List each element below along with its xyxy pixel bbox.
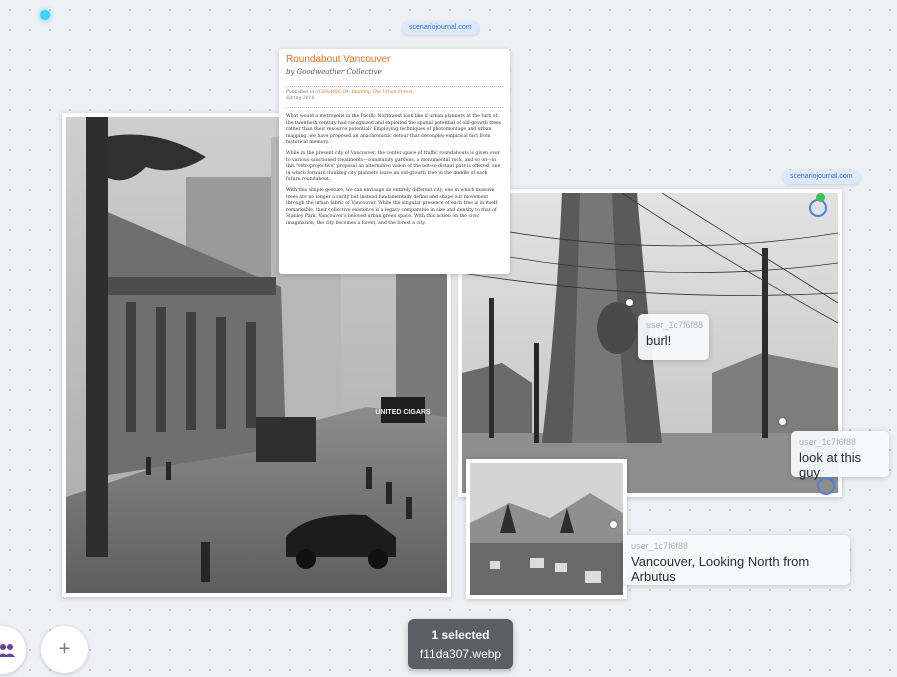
comment-guy[interactable]: user_1c7f6f88 look at this guy (791, 431, 889, 480)
article-divider (286, 107, 503, 108)
arbutus-photo[interactable] (466, 459, 627, 599)
tree-photo-source[interactable]: scenariojournal.com (783, 170, 860, 184)
plus-icon: + (58, 638, 71, 660)
article-title: Roundabout Vancouver (286, 54, 391, 65)
comment-pin-arbutus[interactable] (610, 521, 617, 528)
published-link[interactable]: SCENARIO 04: Building The Urban Forest (316, 90, 413, 95)
comment-burl[interactable]: user_1c7f6f88 burl! (638, 314, 709, 360)
comment-text: Vancouver, Looking North from Arbutus (631, 554, 810, 584)
article-byline: by Goodweather Collective (286, 68, 382, 76)
selection-count: 1 selected (431, 628, 490, 642)
add-button[interactable]: + (41, 626, 88, 673)
article-meta: Published in SCENARIO 04: Building The U… (286, 86, 503, 102)
article-paragraph-2: While in the present city of Vancouver, … (286, 150, 501, 183)
people-button[interactable] (0, 626, 26, 674)
article-paragraph-3: With this simple gesture, we can envisag… (286, 187, 498, 226)
people-icon (0, 644, 15, 657)
article-paragraph-1: What would a metropolis in the Pacific N… (286, 114, 502, 146)
presence-dot (40, 10, 50, 20)
tree-photo-green-dot (816, 193, 825, 202)
comment-user: user_1c7f6f88 (631, 541, 689, 551)
selection-status: 1 selected f11da307.webp (408, 619, 513, 669)
published-prefix: Published in (286, 90, 315, 95)
arbutus-photo-image (470, 463, 623, 595)
comment-guy-cursor-ring (817, 477, 835, 495)
article-card[interactable]: Roundabout Vancouver by Goodweather Coll… (279, 49, 510, 274)
comment-user: user_1c7f6f88 (646, 320, 704, 330)
comment-pin-guy[interactable] (779, 418, 786, 425)
comment-text: burl! (646, 333, 672, 348)
comment-user: user_1c7f6f88 (799, 437, 857, 447)
published-date: Spring 2014 (286, 96, 315, 101)
comment-pin-burl[interactable] (626, 299, 633, 306)
united-cigars-sign: UNITED CIGARS (375, 409, 431, 416)
selection-filename: f11da307.webp (419, 647, 502, 661)
comment-text: look at this guy (799, 450, 862, 480)
comment-arbutus[interactable]: user_1c7f6f88 Vancouver, Looking North f… (623, 535, 850, 585)
article-source[interactable]: scenariojournal.com (402, 21, 479, 35)
